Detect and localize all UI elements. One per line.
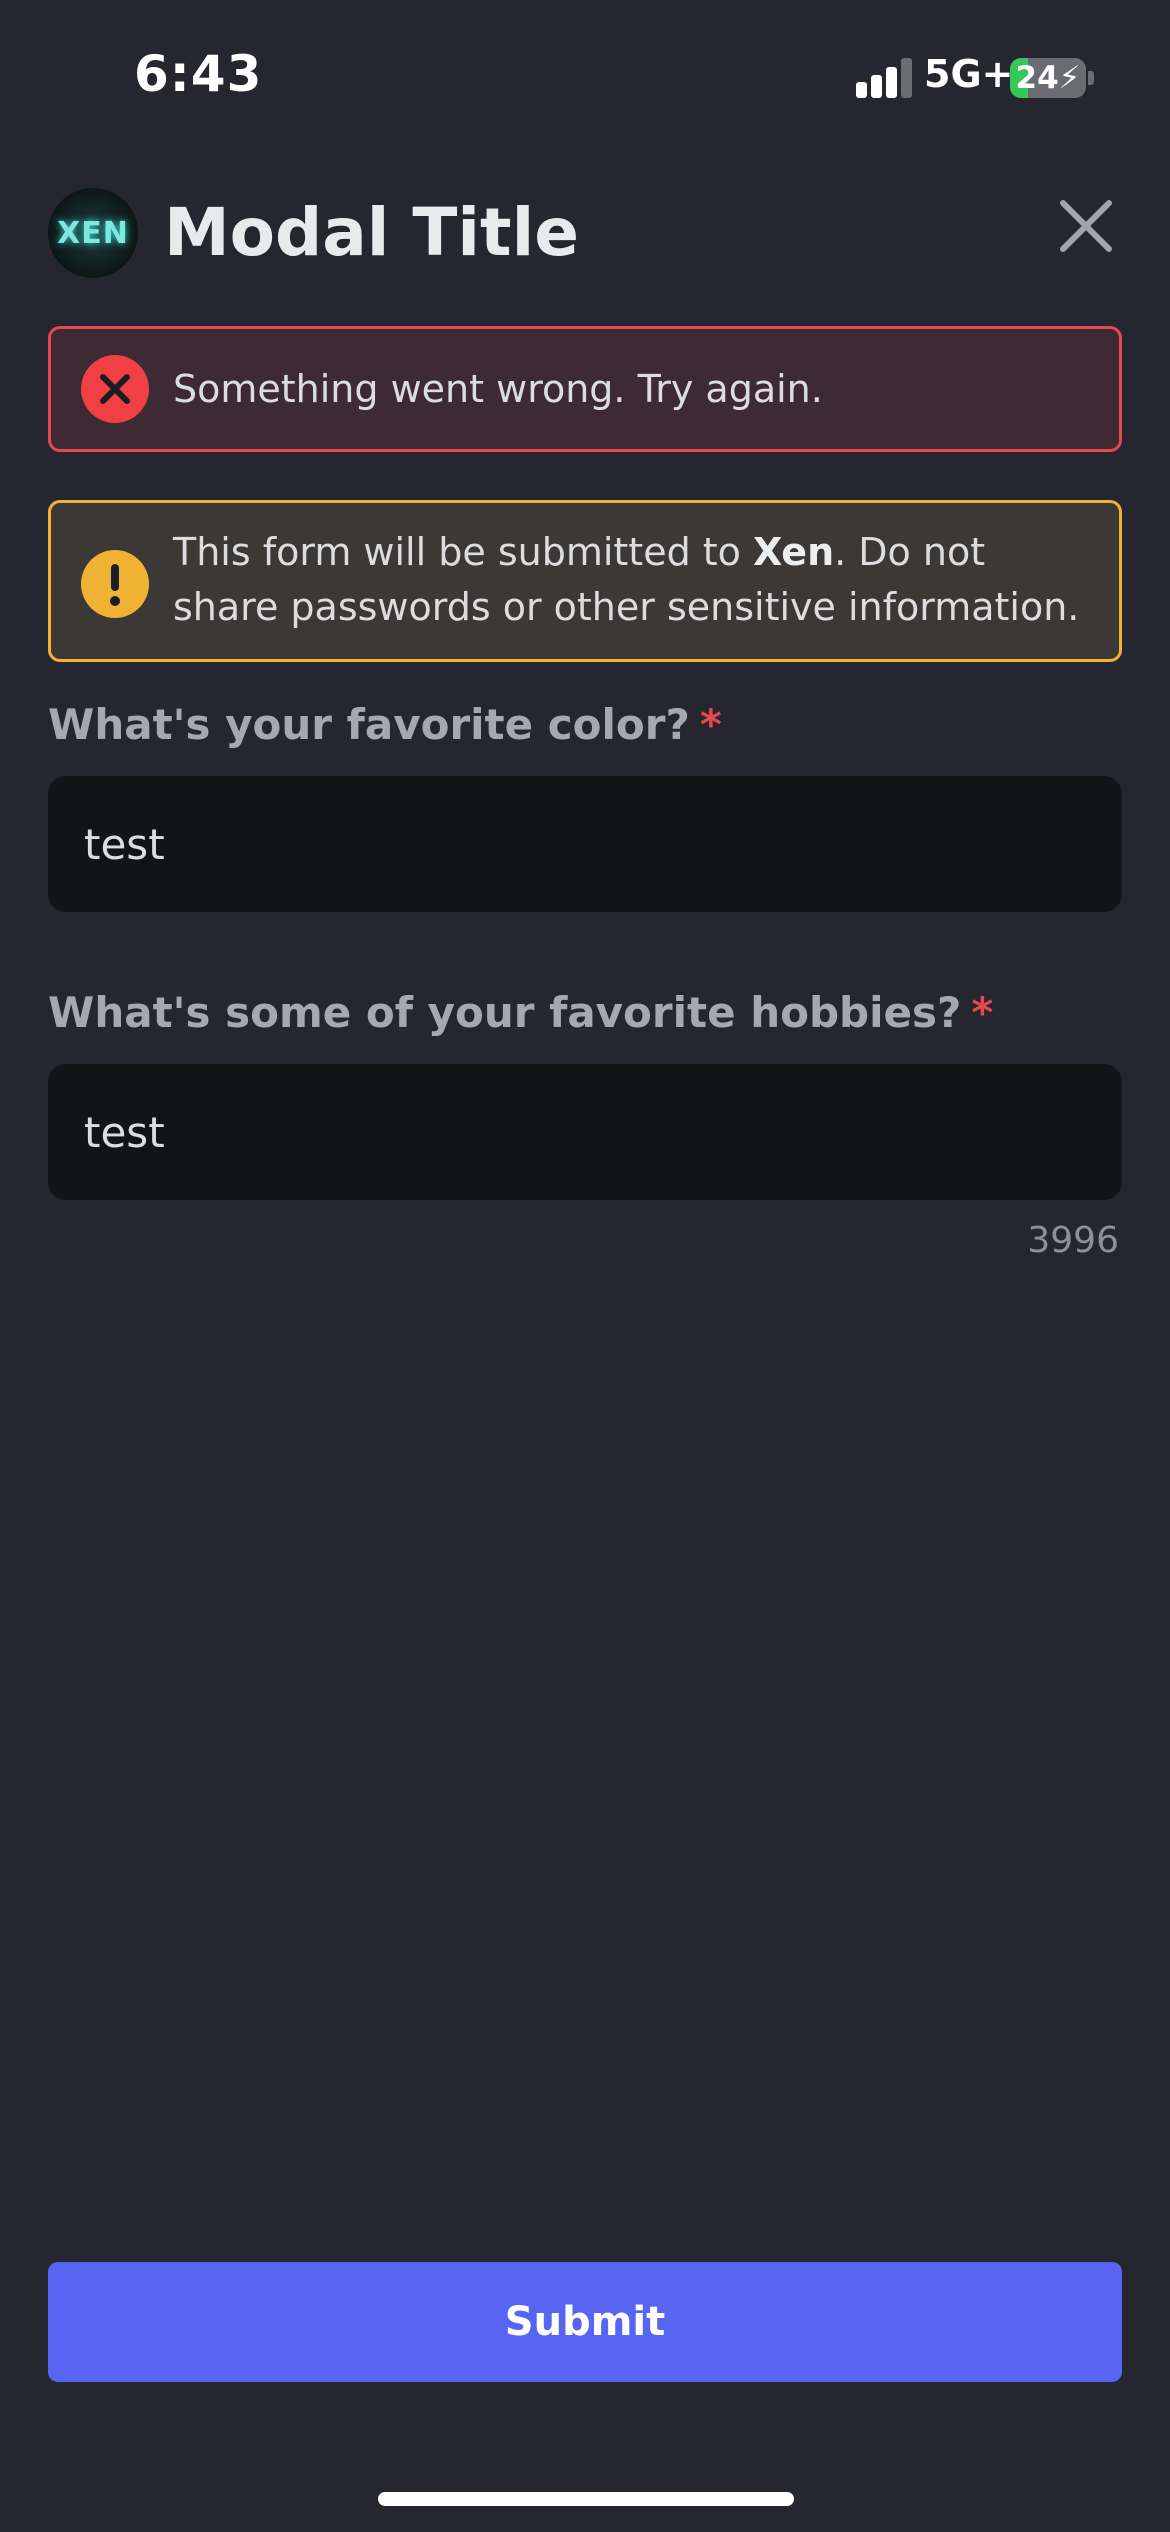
app-avatar: XEN [48, 188, 138, 278]
battery-tip [1088, 71, 1094, 85]
cellular-signal-icon [856, 58, 912, 98]
required-indicator: * [971, 988, 994, 1037]
favorite-hobbies-input[interactable] [48, 1064, 1122, 1200]
status-time: 6:43 [134, 45, 263, 103]
battery-percentage: 24⚡ [1015, 60, 1081, 96]
status-bar: 6:43 5G+ 24⚡ [0, 0, 1170, 150]
home-indicator[interactable] [378, 2492, 794, 2506]
remaining-character-count: 3996 [1027, 1220, 1119, 1261]
close-button[interactable] [1056, 196, 1116, 256]
close-icon [1060, 200, 1112, 252]
required-indicator: * [699, 700, 722, 749]
warning-exclamation-icon [81, 550, 149, 618]
network-type: 5G+ [924, 52, 1014, 96]
submit-button[interactable]: Submit [48, 2262, 1122, 2382]
modal-title: Modal Title [164, 194, 579, 271]
warning-banner: This form will be submitted to Xen. Do n… [48, 500, 1122, 662]
favorite-hobbies-label: What's some of your favorite hobbies? * [48, 988, 994, 1037]
warning-message: This form will be submitted to Xen. Do n… [173, 530, 1080, 629]
battery-icon: 24⚡ [1010, 58, 1086, 98]
avatar-logo-text: XEN [57, 215, 129, 251]
favorite-color-input[interactable] [48, 776, 1122, 912]
error-message: Something went wrong. Try again. [173, 367, 823, 411]
app-name: Xen [753, 530, 835, 574]
favorite-color-label: What's your favorite color? * [48, 700, 722, 749]
error-banner: Something went wrong. Try again. [48, 326, 1122, 452]
error-x-icon [81, 355, 149, 423]
